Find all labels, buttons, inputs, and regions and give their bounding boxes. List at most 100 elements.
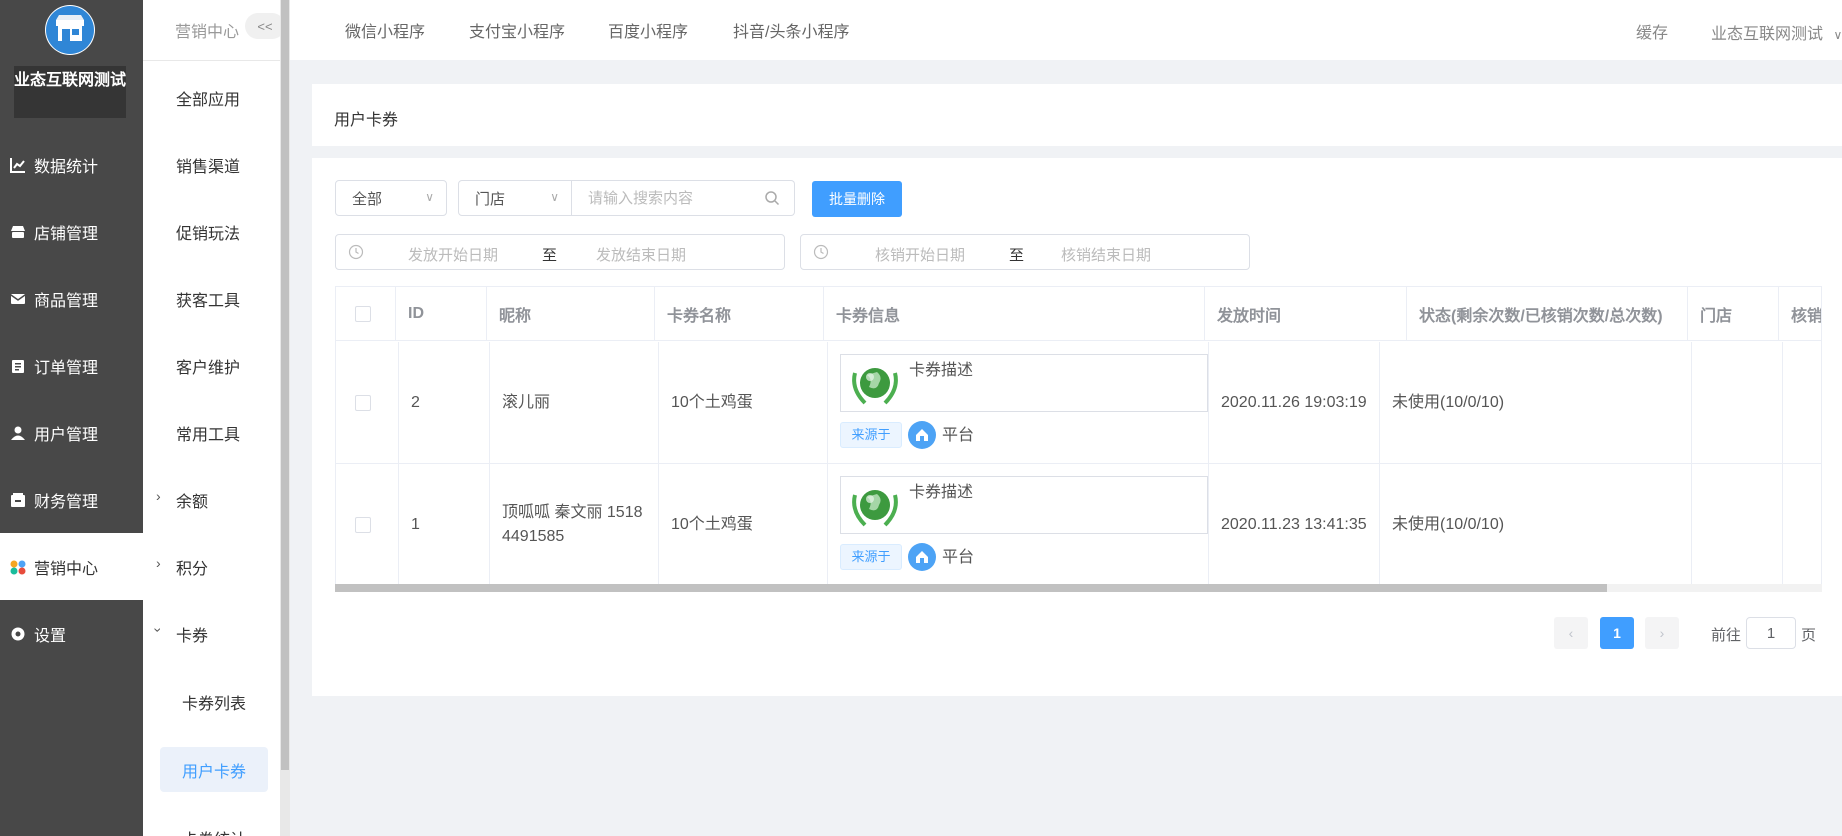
issue-start-date[interactable]: 发放开始日期 — [408, 244, 498, 265]
user-icon — [10, 425, 26, 441]
submenu-item-customer-care[interactable]: 客户维护 — [176, 354, 240, 378]
table-row: 2 滚儿丽 10个土鸡蛋 卡券描述 来源于 平台 2020.11.26 19:0… — [336, 342, 1821, 464]
column-header[interactable]: 昵称 — [487, 287, 655, 341]
store-select[interactable]: 门店 ∨ — [458, 180, 572, 216]
shop-logo — [45, 5, 95, 55]
tab-wechat-miniprogram[interactable]: 微信小程序 — [345, 18, 425, 42]
select-all-checkbox[interactable] — [355, 306, 371, 322]
table-horizontal-scrollbar[interactable] — [335, 584, 1822, 592]
nav-label: 订单管理 — [34, 359, 99, 377]
chevron-down-icon: ∨ — [425, 190, 434, 204]
cell-issue-time: 2020.11.23 13:41:35 — [1209, 464, 1380, 586]
cell-issue-time: 2020.11.26 19:03:19 — [1209, 342, 1380, 464]
batch-delete-button[interactable]: 批量删除 — [812, 181, 902, 217]
scrollbar-thumb[interactable] — [335, 584, 1607, 592]
marketing-icon — [10, 559, 26, 575]
tab-baidu-miniprogram[interactable]: 百度小程序 — [608, 18, 688, 42]
submenu-item-common-tools[interactable]: 常用工具 — [176, 421, 240, 445]
tab-alipay-miniprogram[interactable]: 支付宝小程序 — [469, 18, 565, 42]
platform-label: 平台 — [942, 427, 975, 444]
nav-order-management[interactable]: 订单管理 — [0, 332, 143, 399]
nav-data-stats[interactable]: 数据统计 — [0, 131, 143, 198]
column-header[interactable]: 状态(剩余次数/已核销次数/总次数) — [1407, 287, 1688, 341]
range-separator: 至 — [1009, 247, 1025, 264]
wallet-icon — [10, 492, 26, 508]
select-all-cell — [336, 287, 396, 341]
cell-nickname: 滚儿丽 — [490, 342, 659, 464]
column-header[interactable]: 卡券名称 — [655, 287, 824, 341]
user-menu[interactable]: 业态互联网测试 ∨ — [1711, 20, 1842, 44]
chevron-down-icon: ∨ — [550, 190, 559, 204]
search-input[interactable] — [572, 181, 742, 215]
tab-douyin-miniprogram[interactable]: 抖音/头条小程序 — [733, 18, 849, 42]
home-icon — [908, 543, 936, 571]
column-header[interactable]: 卡券信息 — [824, 287, 1205, 341]
submenu-group-coupons[interactable]: › 卡券 — [150, 622, 209, 646]
goto-page-input[interactable] — [1746, 617, 1796, 649]
verify-start-date[interactable]: 核销开始日期 — [875, 244, 965, 265]
chevron-right-icon: › — [156, 555, 161, 571]
nav-label: 商品管理 — [34, 292, 99, 310]
home-icon — [908, 421, 936, 449]
page-title: 用户卡券 — [334, 112, 399, 129]
submenu-item-promotions[interactable]: 促销玩法 — [176, 220, 240, 244]
nav-store-management[interactable]: 店铺管理 — [0, 198, 143, 265]
submenu-item-acquisition[interactable]: 获客工具 — [176, 287, 240, 311]
nav-user-management[interactable]: 用户管理 — [0, 399, 143, 466]
cache-button[interactable]: 缓存 — [1636, 19, 1668, 43]
cell-id: 1 — [399, 464, 490, 586]
column-header[interactable]: ID — [396, 287, 487, 341]
user-name: 业态互联网测试 — [1711, 26, 1824, 43]
verify-date-range[interactable]: 核销开始日期 至 核销结束日期 — [800, 234, 1250, 270]
cell-coupon-info: 卡券描述 来源于 平台 — [828, 464, 1209, 586]
cell-coupon-name: 10个土鸡蛋 — [659, 342, 828, 464]
search-box — [572, 180, 795, 216]
mail-icon — [10, 291, 26, 307]
coupon-card: 卡券描述 — [840, 476, 1208, 534]
submenu-item-all-apps[interactable]: 全部应用 — [176, 86, 240, 110]
issue-end-date[interactable]: 发放结束日期 — [596, 244, 686, 265]
shop-name: 业态互联网测试 — [14, 66, 126, 118]
column-header[interactable]: 核销 — [1779, 287, 1821, 341]
clock-icon — [813, 244, 829, 265]
cell-status: 未使用(10/0/10) — [1380, 342, 1692, 464]
issue-date-range[interactable]: 发放开始日期 至 发放结束日期 — [335, 234, 785, 270]
store-icon — [10, 224, 26, 240]
submenu-header: 营销中心 — [175, 24, 240, 41]
nav-finance-management[interactable]: 财务管理 — [0, 466, 143, 533]
type-select[interactable]: 全部 ∨ — [335, 180, 447, 216]
page-number-button[interactable]: 1 — [1600, 617, 1634, 649]
prev-page-button[interactable]: ‹ — [1554, 617, 1588, 649]
submenu-scrollbar[interactable] — [280, 0, 290, 836]
submenu-item-coupon-list[interactable]: 卡券列表 — [182, 690, 246, 714]
row-checkbox[interactable] — [355, 517, 371, 533]
source-tag: 来源于 — [840, 422, 902, 448]
nav-settings[interactable]: 设置 — [0, 600, 143, 667]
page-title-card: 用户卡券 — [312, 84, 1842, 146]
submenu-group-points[interactable]: › 积分 — [156, 555, 209, 579]
nav-product-management[interactable]: 商品管理 — [0, 265, 143, 332]
nav-label: 用户管理 — [34, 426, 99, 444]
submenu-group-label: 积分 — [176, 561, 209, 578]
verify-end-date[interactable]: 核销结束日期 — [1061, 244, 1151, 265]
nav-marketing-center[interactable]: 营销中心 — [0, 533, 143, 600]
submenu-item-user-coupons[interactable]: 用户卡券 — [160, 747, 268, 792]
submenu-group-balance[interactable]: › 余额 — [156, 488, 208, 512]
cell-status: 未使用(10/0/10) — [1380, 464, 1692, 586]
column-header[interactable]: 发放时间 — [1205, 287, 1407, 341]
collapse-button[interactable]: << — [245, 13, 285, 39]
search-icon[interactable] — [764, 190, 780, 211]
submenu-group-label: 卡券 — [176, 628, 209, 645]
next-page-button[interactable]: › — [1645, 617, 1679, 649]
coupon-description: 卡券描述 — [909, 362, 974, 379]
globe-laurel-icon — [852, 368, 898, 405]
type-select-value: 全部 — [352, 190, 383, 208]
submenu-item-coupon-stats[interactable]: 卡券统计 — [182, 826, 246, 836]
cell-coupon-info: 卡券描述 来源于 平台 — [828, 342, 1209, 464]
globe-laurel-icon — [852, 490, 898, 527]
clipboard-icon — [10, 358, 26, 374]
submenu-item-sales-channel[interactable]: 销售渠道 — [176, 153, 240, 177]
column-header[interactable]: 门店 — [1688, 287, 1779, 341]
row-checkbox[interactable] — [355, 395, 371, 411]
scrollbar-thumb[interactable] — [281, 0, 289, 770]
